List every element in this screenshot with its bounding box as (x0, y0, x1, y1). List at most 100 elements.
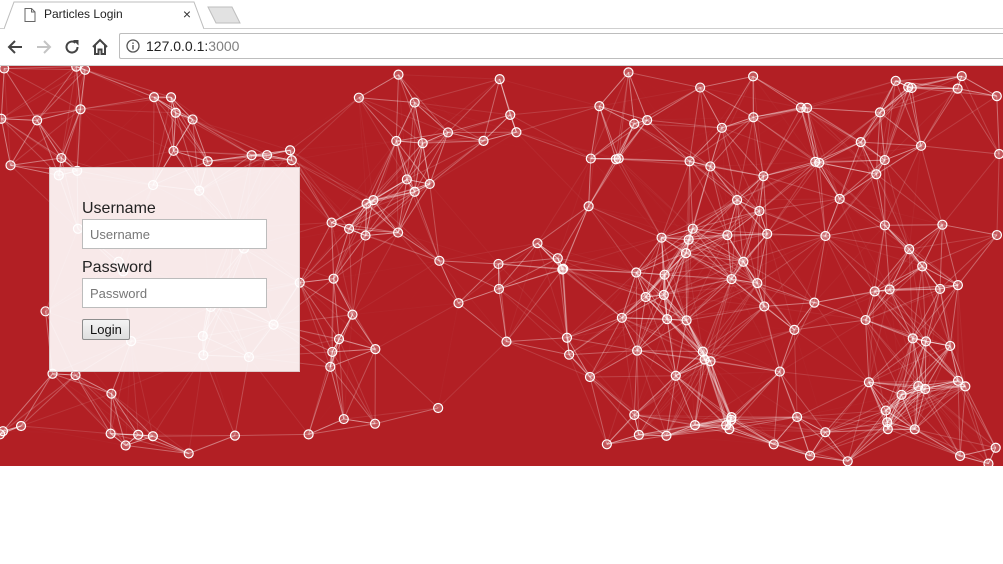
particle-link (996, 153, 1000, 236)
particle-node (820, 230, 831, 242)
particle-link (267, 98, 359, 155)
particle-node (994, 148, 1003, 160)
particle-link (887, 421, 961, 457)
particle-node (661, 430, 672, 441)
particle-link (375, 302, 459, 350)
particle-node (353, 92, 364, 103)
particle-node (680, 248, 692, 259)
particle-link (689, 161, 694, 229)
particle-node (983, 458, 994, 466)
particle-link (414, 78, 500, 104)
particle-link (766, 233, 795, 330)
particle-node (511, 127, 522, 138)
particle-node (801, 102, 813, 113)
particle-link (375, 261, 439, 349)
particle-node (809, 297, 820, 308)
particle-node (689, 420, 701, 431)
particle-link (516, 131, 591, 160)
particle-node (286, 155, 297, 166)
particle-node (789, 324, 800, 335)
particle-link (618, 158, 662, 238)
particle-node (896, 389, 907, 400)
login-button[interactable]: Login (82, 319, 130, 340)
particle-node (631, 267, 642, 278)
particles-background: Username Password Login (0, 66, 1003, 466)
url-text[interactable]: 127.0.0.1:3000 (146, 38, 239, 54)
particle-node (670, 370, 681, 381)
particle-link (635, 272, 638, 351)
particle-node (532, 238, 543, 249)
particle-link (2, 373, 53, 432)
address-bar[interactable]: 127.0.0.1:3000 (119, 33, 1003, 59)
particle-link (395, 74, 399, 142)
reload-icon[interactable] (62, 37, 82, 57)
particle-link (429, 131, 517, 185)
particle-node (820, 427, 831, 438)
particle-node (328, 273, 339, 284)
particle-link (483, 78, 501, 141)
particle-node (874, 107, 886, 118)
particle-link (568, 354, 635, 416)
particle-link (606, 424, 696, 445)
login-form: Username Password Login (49, 167, 300, 372)
particle-link (397, 191, 416, 233)
particle-node (631, 345, 643, 356)
browser-tab[interactable]: Particles Login × (4, 1, 204, 29)
particle-node (501, 336, 512, 347)
particle-node (937, 219, 948, 230)
forward-arrow-icon[interactable] (33, 37, 53, 57)
password-input[interactable] (82, 278, 267, 308)
particle-node (391, 135, 402, 147)
particle-link (764, 302, 815, 307)
particle-node (792, 411, 803, 423)
particle-node (724, 424, 735, 435)
particle-node (956, 70, 967, 82)
particle-link (374, 407, 439, 425)
particle-node (393, 69, 404, 80)
particle-node (15, 420, 27, 432)
particle-link (773, 371, 781, 445)
particle-link (636, 350, 696, 426)
particle-link (110, 393, 112, 434)
particle-node (748, 71, 759, 82)
particle-node (633, 429, 644, 440)
particle-node (880, 405, 891, 416)
particle-node (726, 414, 737, 425)
home-icon[interactable] (90, 37, 110, 57)
particle-node (261, 150, 273, 161)
particle-node (552, 253, 563, 264)
particle-node (327, 346, 338, 358)
particle-node (80, 66, 91, 75)
particle-link (814, 199, 839, 303)
particle-node (303, 429, 314, 440)
particle-node (564, 349, 575, 360)
particle-node (392, 227, 404, 238)
particle-node (684, 156, 695, 167)
particle-link (506, 341, 570, 356)
particle-node (70, 370, 81, 381)
new-tab-button[interactable] (206, 6, 242, 24)
close-icon[interactable]: × (180, 7, 194, 21)
particle-node (810, 156, 821, 167)
info-icon[interactable] (126, 39, 140, 53)
particle-link (438, 260, 459, 304)
particle-node (120, 440, 131, 451)
back-arrow-icon[interactable] (6, 37, 26, 57)
particle-link (439, 260, 500, 290)
particle-node (417, 138, 428, 149)
tab-title: Particles Login (44, 7, 123, 21)
particle-link (590, 106, 600, 159)
particle-link (84, 69, 172, 98)
particle-node (952, 280, 964, 291)
particle-node (0, 66, 10, 74)
particle-node (409, 97, 420, 108)
particle-node (754, 205, 765, 217)
particle-link (498, 263, 568, 339)
particle-link (589, 376, 635, 416)
particle-link (807, 107, 881, 113)
username-input[interactable] (82, 219, 267, 249)
particle-node (338, 413, 349, 425)
particle-link (84, 69, 155, 98)
particle-link (506, 268, 564, 342)
particle-node (325, 361, 336, 372)
